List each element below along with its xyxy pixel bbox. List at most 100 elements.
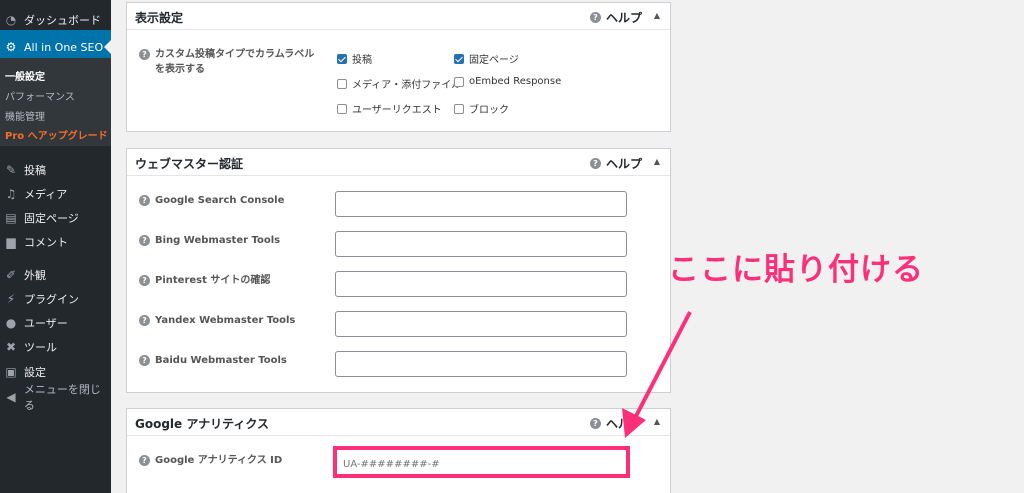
checkbox-oembed[interactable]: oEmbed Response [454, 76, 561, 87]
gear-icon: ⚙ [5, 40, 17, 54]
column-label-setting: ? カスタム投稿タイプでカラムラベル を表示する [139, 47, 314, 77]
webmaster-help[interactable]: ? ヘルプ [589, 155, 642, 172]
menu-settings-label: 設定 [24, 366, 46, 379]
checkbox-checked-icon[interactable] [454, 53, 464, 64]
analytics-header[interactable]: Google アナリティクス ? ヘルプ ▲ [127, 409, 670, 436]
help-icon[interactable]: ? [139, 355, 150, 366]
annotation-text: ここに貼り付ける [668, 252, 924, 288]
checkbox-posts-label: 投稿 [352, 55, 372, 66]
column-label-line2: を表示する [155, 64, 205, 75]
menu-posts-label: 投稿 [24, 164, 46, 177]
menu-users[interactable]: ● ユーザー [0, 311, 111, 335]
comment-icon: ▆ [6, 235, 16, 249]
collapse-caret-icon[interactable]: ▲ [654, 417, 660, 426]
menu-users-label: ユーザー [24, 317, 68, 330]
collapse-caret-icon[interactable]: ▲ [654, 157, 660, 166]
collapse-icon: ◀ [6, 390, 16, 404]
checkbox-user-request-label: ユーザーリクエスト [352, 105, 442, 116]
checkbox-posts[interactable]: 投稿 [337, 51, 372, 66]
wrench-icon: ✖ [5, 340, 17, 354]
menu-collapse-label: メニューを閉じる [23, 383, 101, 412]
bing-text: Bing Webmaster Tools [155, 235, 281, 246]
column-label-line1: カスタム投稿タイプでカラムラベル [155, 49, 315, 60]
webmaster-header[interactable]: ウェブマスター認証 ? ヘルプ ▲ [127, 149, 670, 176]
checkbox-block[interactable]: ブロック [454, 101, 509, 116]
help-icon[interactable]: ? [139, 195, 150, 206]
help-icon[interactable]: ? [139, 275, 150, 286]
menu-dashboard-label: ダッシュボード [24, 14, 101, 27]
menu-tools-label: ツール [24, 341, 57, 354]
baidu-label: ? Baidu Webmaster Tools [139, 353, 287, 368]
menu-plugins-label: プラグイン [24, 293, 79, 306]
help-icon[interactable]: ? [139, 315, 150, 326]
menu-tools[interactable]: ✖ ツール [0, 335, 111, 359]
menu-comments[interactable]: ▆ コメント [0, 230, 111, 254]
checkbox-media[interactable]: メディア・添付ファイル [337, 76, 461, 91]
menu-posts[interactable]: ✎ 投稿 [0, 158, 111, 182]
checkbox-pages-label: 固定ページ [469, 55, 519, 66]
pinterest-input[interactable] [335, 271, 627, 297]
menu-aioseo-label: All in One SEO [24, 40, 104, 54]
display-help[interactable]: ? ヘルプ [589, 9, 642, 26]
media-icon: ♫ [5, 187, 17, 201]
yandex-label: ? Yandex Webmaster Tools [139, 313, 295, 328]
checkbox-unchecked-icon[interactable] [337, 103, 347, 114]
analytics-help[interactable]: ? ヘルプ [589, 415, 642, 432]
menu-appearance[interactable]: ✐ 外観 [0, 263, 111, 287]
webmaster-title: ウェブマスター認証 [135, 157, 244, 171]
collapse-caret-icon[interactable]: ▲ [654, 11, 660, 20]
help-icon: ? [589, 418, 601, 429]
analytics-id-text: Google アナリティクス ID [155, 455, 283, 466]
analytics-id-label: ? Google アナリティクス ID [139, 453, 282, 468]
current-menu-arrow [104, 40, 111, 54]
menu-pages-label: 固定ページ [24, 212, 79, 225]
checkbox-user-request[interactable]: ユーザーリクエスト [337, 101, 442, 116]
menu-dashboard[interactable]: ◔ ダッシュボード [0, 8, 111, 32]
settings-icon: ▣ [5, 365, 17, 379]
checkbox-media-label: メディア・添付ファイル [352, 80, 462, 91]
submenu-performance[interactable]: パフォーマンス [5, 88, 75, 103]
help-icon[interactable]: ? [139, 49, 150, 60]
google-console-input[interactable] [335, 191, 627, 217]
analytics-title: Google アナリティクス [135, 417, 270, 431]
checkbox-block-label: ブロック [469, 105, 509, 116]
baidu-input[interactable] [335, 351, 627, 377]
menu-appearance-label: 外観 [24, 269, 46, 282]
plugin-icon: ⚡ [6, 292, 16, 306]
bing-label: ? Bing Webmaster Tools [139, 233, 280, 248]
pinterest-text: Pinterest サイトの確認 [155, 275, 271, 286]
page-icon: ▤ [5, 211, 17, 225]
checkbox-unchecked-icon[interactable] [454, 76, 464, 87]
yandex-text: Yandex Webmaster Tools [155, 315, 296, 326]
help-icon: ? [589, 158, 601, 169]
google-console-label: ? Google Search Console [139, 193, 284, 208]
webmaster-panel: ウェブマスター認証 ? ヘルプ ▲ ? Google Search Console … [126, 148, 671, 393]
yandex-input[interactable] [335, 311, 627, 337]
submenu-upgrade[interactable]: Pro へアップグレード [5, 127, 108, 142]
menu-media[interactable]: ♫ メディア [0, 182, 111, 206]
submenu-features[interactable]: 機能管理 [5, 108, 45, 123]
display-settings-title: 表示設定 [135, 11, 184, 25]
pinterest-label: ? Pinterest サイトの確認 [139, 273, 270, 288]
display-settings-header[interactable]: 表示設定 ? ヘルプ ▲ [127, 3, 670, 30]
baidu-text: Baidu Webmaster Tools [155, 355, 287, 366]
dashboard-icon: ◔ [5, 13, 17, 27]
menu-pages[interactable]: ▤ 固定ページ [0, 206, 111, 230]
checkbox-pages[interactable]: 固定ページ [454, 51, 519, 66]
menu-plugins[interactable]: ⚡ プラグイン [0, 287, 111, 311]
google-console-text: Google Search Console [155, 195, 285, 206]
menu-comments-label: コメント [24, 236, 68, 249]
menu-collapse[interactable]: ◀ メニューを閉じる [0, 383, 111, 412]
checkbox-checked-icon[interactable] [337, 53, 347, 64]
annotation-highlight-box [333, 446, 630, 478]
help-icon[interactable]: ? [139, 235, 150, 246]
user-icon: ● [5, 316, 17, 330]
submenu-general[interactable]: 一般設定 [5, 68, 45, 83]
checkbox-unchecked-icon[interactable] [454, 103, 464, 114]
pin-icon: ✎ [5, 163, 17, 177]
bing-input[interactable] [335, 231, 627, 257]
checkbox-oembed-label: oEmbed Response [469, 76, 562, 87]
checkbox-unchecked-icon[interactable] [337, 78, 347, 89]
aioseo-submenu: 一般設定 パフォーマンス 機能管理 Pro へアップグレード [0, 58, 111, 146]
help-icon[interactable]: ? [139, 455, 150, 466]
